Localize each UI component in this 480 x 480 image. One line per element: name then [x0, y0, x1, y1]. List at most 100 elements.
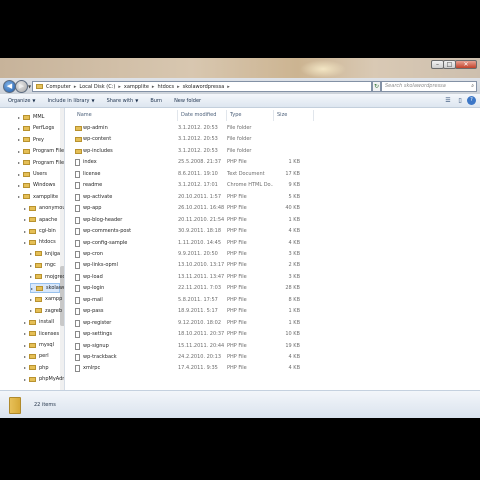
file-date: 17.4.2011. 9:35 [178, 365, 218, 372]
file-row[interactable]: wp-comments-post 30.9.2011. 18:18 PHP File… [66, 226, 366, 237]
tree-item[interactable]: ▸anonymous [24, 203, 64, 213]
breadcrumb-separator-icon[interactable]: ▸ [227, 84, 230, 90]
tree-item[interactable]: ▸ apache [24, 215, 60, 225]
folder-icon [75, 148, 82, 154]
file-row[interactable]: wp-cron 9.9.2011. 20:50 PHP File 3 KB [66, 249, 366, 260]
tree-item[interactable]: ▸ knjiga [30, 249, 60, 259]
column-header-size[interactable]: Size [274, 110, 314, 121]
tree-item[interactable]: ▸ install [24, 317, 60, 327]
file-date: 9.12.2010. 18:02 [178, 319, 222, 326]
file-size: 5 KB [288, 193, 300, 200]
file-row[interactable]: wp-config-sample 1.11.2010. 14:45 PHP File… [66, 238, 366, 249]
tree-item[interactable]: ▸ Prey [18, 135, 60, 145]
tree-item[interactable]: ▸ cgi-bin [24, 226, 60, 236]
items-count: 22 items [34, 402, 56, 408]
file-row[interactable]: index 25.5.2008. 21:37 PHP File 1 KB [66, 157, 366, 168]
preview-pane-icon[interactable]: ▯ [455, 96, 465, 105]
file-row[interactable]: wp-activate 20.10.2011. 1:57 PHP File 5 KB [66, 192, 366, 203]
change-view-icon[interactable]: ☰ [443, 96, 453, 105]
file-row[interactable]: license 8.6.2011. 19:10 Text Document 17 KB [66, 169, 366, 180]
file-date: 9.9.2011. 20:50 [178, 250, 218, 257]
file-type: PHP File [227, 365, 247, 372]
tree-item[interactable]: ▸ php [24, 363, 60, 373]
file-row[interactable]: wp-load 13.11.2011. 13:47 PHP File 3 KB [66, 272, 366, 283]
navigation-bar: ◀ ▶ ▼ Computer ▸ Local Disk (C:) ▸ xampplite… [0, 78, 480, 94]
breadcrumb-separator-icon[interactable]: ▸ [118, 84, 121, 90]
forward-button[interactable]: ▶ [15, 80, 28, 93]
organize-button[interactable]: Organize ▼ [8, 98, 35, 104]
search-icon[interactable]: ⌕ [471, 82, 474, 91]
search-input[interactable]: Search skolawordpressa ⌕ [381, 81, 477, 92]
file-row[interactable]: wp-settings 18.10.2011. 20:37 PHP File 10 K… [66, 329, 366, 340]
share-with-button[interactable]: Share with ▼ [107, 98, 139, 104]
file-icon [75, 262, 80, 270]
breadcrumb-separator-icon[interactable]: ▸ [177, 84, 180, 90]
file-row[interactable]: readme 3.1.2012. 17:01 Chrome HTML Do... 9 … [66, 180, 366, 191]
tree-item[interactable]: ▸ Users [18, 169, 60, 179]
folder-icon [35, 262, 42, 268]
file-row[interactable]: wp-register 9.12.2010. 18:02 PHP File 1 KB [66, 318, 366, 329]
file-row[interactable]: wp-mail 5.8.2011. 17:57 PHP File 8 KB [66, 295, 366, 306]
tree-item[interactable]: ▸ Windows [18, 180, 60, 190]
file-icon [75, 296, 80, 304]
breadcrumb-separator-icon[interactable]: ▸ [152, 84, 155, 90]
tree-item-label: phpMyAdmi [39, 376, 64, 383]
breadcrumb-segment[interactable]: skolawordpressa [183, 84, 225, 90]
file-type: Text Document [227, 170, 265, 177]
file-name: wp-pass [83, 308, 104, 315]
tree-item[interactable]: ▸ xampplite [18, 192, 60, 202]
file-size: 4 KB [288, 239, 300, 246]
refresh-button[interactable]: ↻ [372, 81, 381, 92]
tree-item[interactable]: ▸ MML [18, 112, 60, 122]
include-in-library-button[interactable]: Include in library ▼ [47, 98, 94, 104]
file-row[interactable]: wp-signup 15.11.2011. 20:44 PHP File 19 KB [66, 341, 366, 352]
column-header-type[interactable]: Type [227, 110, 274, 121]
breadcrumb-segment[interactable]: htdocs [157, 84, 174, 90]
file-row[interactable]: wp-login 22.11.2011. 7:03 PHP File 28 KB [66, 283, 366, 294]
file-row[interactable]: xmlrpc 17.4.2011. 9:35 PHP File 4 KB [66, 363, 366, 374]
close-button[interactable]: ✕ [455, 60, 477, 69]
tree-item[interactable]: ▸Program Files ( [18, 158, 64, 168]
file-type: PHP File [227, 250, 247, 257]
breadcrumb-segment[interactable]: xampplite [124, 84, 149, 90]
tree-item[interactable]: ▸mojgredice [30, 272, 64, 282]
file-row[interactable]: wp-trackback 24.2.2010. 20:13 PHP File 4 KB [66, 352, 366, 363]
file-row[interactable]: wp-content 3.1.2012. 20:53 File folder [66, 134, 366, 145]
breadcrumb-segment[interactable]: Computer [46, 84, 71, 90]
file-row[interactable]: wp-includes 3.1.2012. 20:53 File folder [66, 146, 366, 157]
file-type: PHP File [227, 273, 247, 280]
folder-icon [29, 342, 36, 348]
breadcrumb-segment[interactable]: Local Disk (C:) [79, 84, 115, 90]
tree-item[interactable]: ▸ mgc [30, 260, 60, 270]
title-bar[interactable]: – □ ✕ [0, 58, 480, 78]
tree-item[interactable]: ▸ htdocs [24, 237, 60, 247]
file-row[interactable]: wp-links-opml 13.10.2010. 13:17 PHP File 2 … [66, 260, 366, 271]
tree-item[interactable]: ▸skolawordp [30, 283, 64, 293]
tree-item[interactable]: ▸ licenses [24, 329, 60, 339]
burn-button[interactable]: Burn [150, 98, 162, 104]
tree-item[interactable]: ▸phpMyAdmi [24, 374, 64, 384]
file-icon [75, 193, 80, 201]
help-icon[interactable]: ? [467, 96, 476, 105]
tree-item[interactable]: ▸ perl [24, 351, 60, 361]
file-row[interactable]: wp-blog-header 20.11.2010. 21:54 PHP File 1… [66, 215, 366, 226]
column-header-name[interactable]: Name [74, 110, 178, 121]
file-size: 4 KB [288, 228, 300, 235]
file-row[interactable]: wp-admin 3.1.2012. 20:53 File folder [66, 123, 366, 134]
tree-item[interactable]: ▸ zagreb [30, 306, 62, 316]
file-type: PHP File [227, 205, 247, 212]
file-row[interactable]: wp-pass 18.9.2011. 5:17 PHP File 1 KB [66, 306, 366, 317]
tree-item[interactable]: ▸ xampp [30, 294, 62, 304]
tree-item-label: MML [33, 114, 45, 120]
recent-pages-chevron-icon[interactable]: ▼ [28, 84, 31, 89]
tree-item[interactable]: ▸ Program Files [18, 146, 64, 156]
file-name: wp-settings [83, 331, 113, 338]
column-header-date[interactable]: Date modified [178, 110, 227, 121]
breadcrumb-separator-icon[interactable]: ▸ [74, 84, 77, 90]
tree-item[interactable]: ▸ mysql [24, 340, 60, 350]
new-folder-button[interactable]: New folder [174, 98, 201, 104]
file-row[interactable]: wp-app 26.10.2011. 16:48 PHP File 40 KB [66, 203, 366, 214]
tree-item-label: cgi-bin [39, 228, 56, 234]
tree-item[interactable]: ▸ PerfLogs [18, 123, 60, 133]
address-bar[interactable]: Computer ▸ Local Disk (C:) ▸ xampplite ▸ htdoc… [32, 81, 372, 92]
